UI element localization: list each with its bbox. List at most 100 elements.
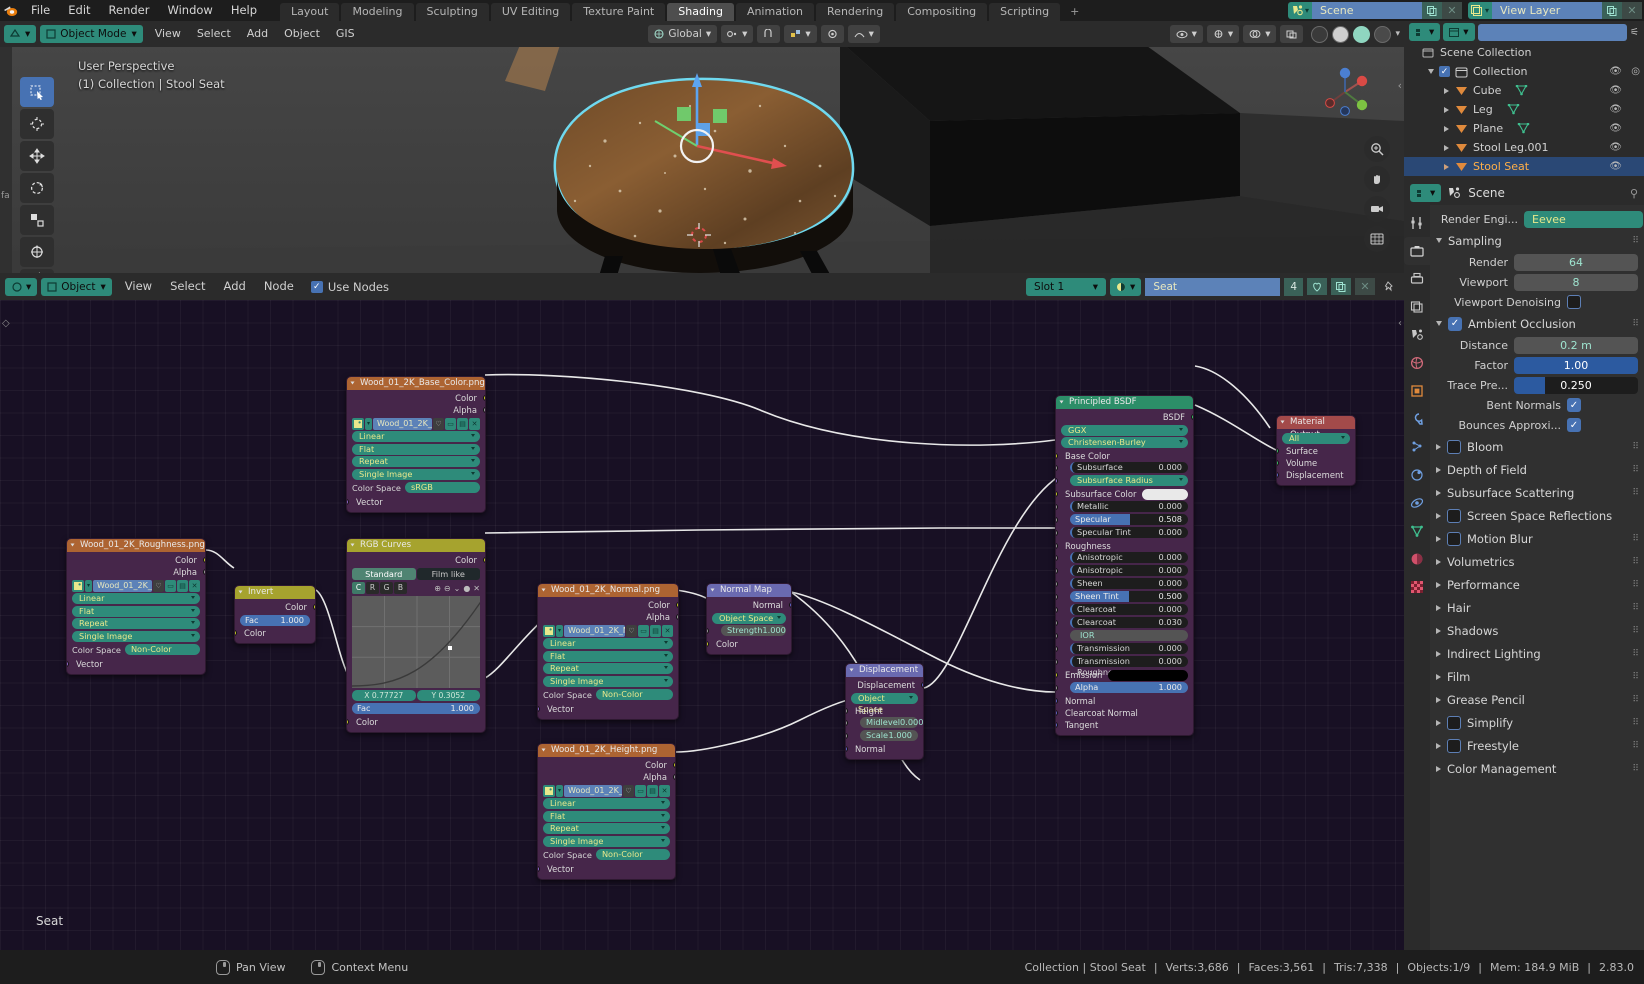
expand-caret-icon[interactable] (1436, 512, 1441, 519)
socket-normal-out[interactable]: Normal (707, 599, 791, 611)
socket-dot[interactable] (1056, 709, 1058, 716)
socket-color-out[interactable]: Color (347, 392, 485, 404)
node-header[interactable]: Invert (235, 586, 315, 599)
socket-alpha-out[interactable]: Alpha (538, 611, 678, 623)
socket-dot[interactable] (1056, 697, 1058, 704)
socket-dot[interactable] (483, 557, 485, 563)
expand-caret-icon[interactable] (1436, 535, 1441, 542)
curve-channel-r[interactable]: R (366, 582, 379, 594)
node-displacement[interactable]: Displacement Displacement Object Space H… (845, 663, 924, 760)
socket-dot[interactable] (1056, 671, 1058, 678)
tool-scale[interactable] (20, 205, 54, 235)
expand-caret-icon[interactable] (1436, 627, 1441, 634)
browse-image-icon[interactable] (543, 624, 555, 637)
colorspace-value[interactable]: Non-Color (595, 849, 670, 860)
drag-handle[interactable]: ⠿ (1632, 488, 1639, 498)
expand-caret-icon[interactable] (1444, 106, 1449, 113)
socket-surface-in[interactable]: Surface (1277, 445, 1355, 457)
expand-caret-icon[interactable] (1436, 489, 1441, 496)
expand-caret-icon[interactable] (1436, 650, 1441, 657)
param-base-color[interactable]: Base Color (1056, 450, 1193, 462)
collapse-caret-icon[interactable] (70, 543, 75, 546)
expand-caret-icon[interactable] (1444, 87, 1449, 94)
image-datablock-row[interactable]: ▾ Wood_01_2K_Bas... ♡ ▭ ▤ ✕ (352, 417, 480, 430)
render-engine-value[interactable]: Eevee (1524, 210, 1644, 228)
zoom-out-icon[interactable]: ⊖ (444, 584, 451, 593)
viewport-menu-gis[interactable]: GIS (328, 21, 363, 47)
camera-view-icon[interactable] (1364, 196, 1390, 222)
hide-icon[interactable]: 👁 (1609, 85, 1622, 96)
ao-trace-value[interactable]: 0.250 (1514, 376, 1638, 394)
interpolation-dropdown[interactable]: Linear (543, 798, 670, 809)
socket-dot[interactable] (1056, 619, 1058, 626)
proportional-editing-toggle[interactable] (820, 25, 844, 43)
socket-dot[interactable] (347, 498, 349, 505)
ao-distance-row[interactable]: Distance 0.2 m (1436, 335, 1638, 355)
zoom-in-icon[interactable]: ⊕ (434, 584, 441, 593)
expand-caret-icon[interactable] (1436, 742, 1441, 749)
blender-logo-icon[interactable] (0, 0, 22, 21)
node-principled-bsdf[interactable]: Principled BSDF BSDF GGX Christensen-Bur… (1055, 395, 1194, 736)
curve-channel-g[interactable]: G (380, 582, 393, 594)
disable-icon[interactable]: ◎ (1631, 66, 1640, 77)
node-tex-roughness[interactable]: Wood_01_2K_Roughness.png Color Alpha ▾ W (66, 538, 206, 675)
socket-dot[interactable] (1056, 684, 1058, 691)
hide-icon[interactable]: 👁 (1609, 123, 1622, 134)
browse-image-icon[interactable] (543, 784, 555, 797)
node-menu-add[interactable]: Add (215, 273, 255, 300)
viewport-3d[interactable]: ▾ Object Mode ▾ View Select Add Object G… (0, 21, 1404, 273)
node-header[interactable]: Normal Map (707, 584, 791, 597)
sampling-render-row[interactable]: Render 64 (1436, 252, 1638, 272)
socket-dot[interactable] (1056, 490, 1058, 497)
view-layer-selector[interactable]: ▾ View Layer ✕ (1468, 2, 1642, 19)
ao-factor-value[interactable]: 1.00 (1514, 356, 1638, 374)
image-datablock-row[interactable]: ▾ Wood_01_2K_Rou... ♡ ▭ ▤ ✕ (72, 579, 200, 592)
socket-color-in[interactable]: Color (707, 638, 791, 650)
socket-dot[interactable] (1277, 460, 1279, 466)
outliner-display-mode[interactable]: ▾ (1443, 23, 1475, 41)
tab-sculpting[interactable]: Sculpting (415, 3, 489, 21)
collapse-caret-icon[interactable] (1059, 400, 1064, 403)
expand-caret-icon[interactable] (1436, 558, 1441, 565)
projection-dropdown[interactable]: Flat (543, 650, 673, 662)
tool-rotate[interactable] (20, 173, 54, 203)
expand-caret-icon[interactable] (1436, 719, 1441, 726)
strength-row[interactable]: Strength 1.000 (707, 625, 791, 638)
socket-dot[interactable] (1056, 721, 1058, 728)
gizmo-toggle[interactable]: ▾ (1206, 25, 1240, 43)
browse-image-icon[interactable] (72, 579, 84, 592)
expand-caret-icon[interactable] (1436, 673, 1441, 680)
tab-tool[interactable] (1404, 209, 1430, 237)
socket-dot[interactable] (1056, 606, 1058, 613)
viewport-menu-object[interactable]: Object (276, 21, 328, 47)
drag-handle[interactable]: ⠿ (1632, 534, 1639, 544)
fac-slider[interactable]: Fac 1.000 (240, 614, 310, 626)
outliner-row-cube[interactable]: Cube 👁 (1404, 81, 1644, 100)
new-image-icon[interactable]: ▭ (638, 624, 649, 637)
tab-animation[interactable]: Animation (735, 3, 815, 21)
socket-color-out[interactable]: Color (538, 759, 675, 771)
proportional-falloff-selector[interactable]: ▾ (847, 25, 880, 43)
transform-orientation-selector[interactable]: Global ▾ (648, 25, 718, 43)
socket-vector-in[interactable]: Vector (538, 863, 675, 875)
emission-color-swatch[interactable] (1108, 669, 1188, 681)
node-normal-map[interactable]: Normal Map Normal Object Space Strength … (706, 583, 792, 655)
menu-window[interactable]: Window (158, 0, 221, 21)
ao-bounces-checkbox[interactable]: ✓ (1567, 418, 1581, 432)
tab-uv-editing[interactable]: UV Editing (490, 3, 571, 21)
delete-view-layer-button[interactable]: ✕ (1622, 2, 1642, 19)
new-scene-button[interactable] (1422, 2, 1442, 19)
node-rgb-curves[interactable]: RGB Curves Color Standard Film like C R … (346, 538, 486, 733)
socket-dot[interactable] (1056, 645, 1058, 652)
param-sheen-tint[interactable]: Sheen Tint 0.500 (1056, 590, 1193, 604)
param-roughness[interactable]: Roughness (1056, 540, 1193, 552)
image-name[interactable]: Wood_01_2K_Nor... (564, 624, 625, 637)
normal-space-dropdown[interactable]: Object Space (712, 612, 786, 624)
ssr-checkbox[interactable] (1447, 508, 1461, 523)
use-nodes-toggle[interactable]: ✓ Use Nodes (310, 280, 389, 294)
section-subsurface-scattering[interactable]: Subsurface Scattering ⠿ (1436, 481, 1639, 504)
ao-bent-normals-row[interactable]: Bent Normals ✓ (1436, 395, 1638, 415)
ao-bent-normals-checkbox[interactable]: ✓ (1567, 398, 1581, 412)
source-dropdown[interactable]: Single Image (352, 468, 480, 480)
curve-graph[interactable] (352, 596, 480, 688)
